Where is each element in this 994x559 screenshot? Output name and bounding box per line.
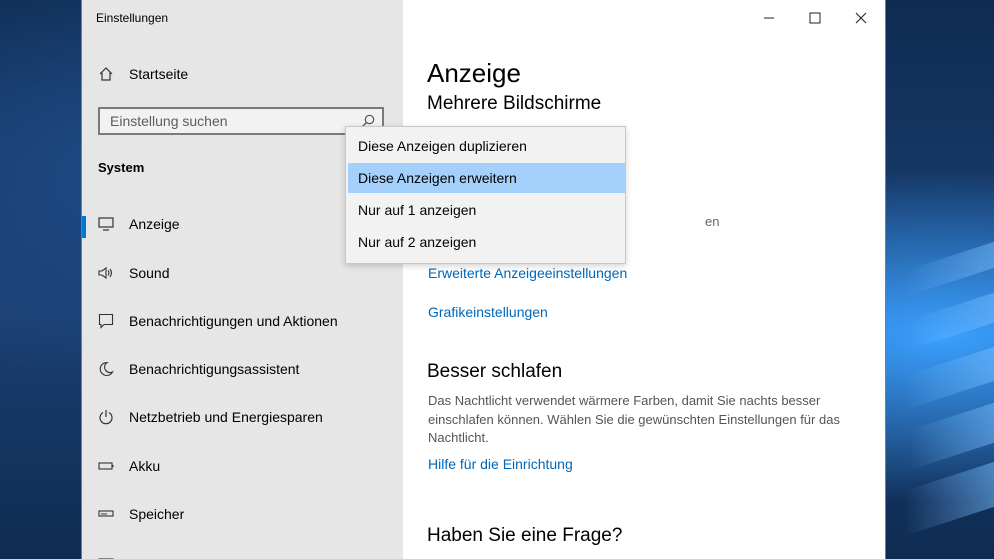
sidebar-item-home[interactable]: Startseite [82,54,403,94]
section-label: System [98,160,145,175]
graphics-settings-link[interactable]: Grafikeinstellungen [428,304,548,320]
dropdown-option-duplicate[interactable]: Diese Anzeigen duplizieren [348,131,625,161]
speaker-icon [97,264,115,282]
home-icon [97,65,115,83]
sidebar-item-notifications[interactable]: Benachrichtigungen und Aktionen [82,301,403,341]
sidebar-item-label: Startseite [129,66,189,82]
sidebar-item-label: Anzeige [129,216,180,232]
tablet-icon [97,551,115,559]
sidebar-item-label: Benachrichtigungsassistent [129,361,300,377]
night-light-description: Das Nachtlicht verwendet wärmere Farben,… [428,393,840,445]
search-box [98,107,384,135]
dropdown-option-extend[interactable]: Diese Anzeigen erweitern [348,163,625,193]
sidebar-item-label: Akku [129,458,161,474]
content-pane: Anzeige Mehrere Bildschirme en Erweitert… [403,0,885,559]
close-button[interactable] [838,4,884,32]
dropdown-option-only-2[interactable]: Nur auf 2 anzeigen [348,227,625,257]
setup-help-link[interactable]: Hilfe für die Einrichtung [428,456,573,472]
sidebar: Einstellungen Startseite System Anzeige [82,0,403,559]
multi-display-heading: Mehrere Bildschirme [427,93,602,114]
sidebar-item-label: Sound [129,265,170,281]
sidebar-item-partial[interactable] [82,540,403,559]
page-title: Anzeige [427,58,521,88]
sidebar-item-label: Benachrichtigungen und Aktionen [129,313,338,329]
sidebar-item-power[interactable]: Netzbetrieb und Energiesparen [82,397,403,437]
minimize-icon [763,12,775,24]
question-heading: Haben Sie eine Frage? [427,525,623,546]
sidebar-item-focus-assist[interactable]: Benachrichtigungsassistent [82,349,403,389]
battery-icon [97,457,115,475]
wallpaper-light-beam [904,228,994,298]
settings-window: Einstellungen Startseite System Anzeige [81,0,886,559]
sidebar-item-label: Netzbetrieb und Energiesparen [129,409,323,425]
window-title: Einstellungen [96,11,169,25]
close-icon [855,12,867,24]
dropdown-option-only-1[interactable]: Nur auf 1 anzeigen [348,195,625,225]
obscured-text-fragment: en [705,214,720,229]
search-input[interactable] [100,109,370,133]
sidebar-item-label: Speicher [129,506,185,522]
maximize-button[interactable] [792,4,838,32]
notification-icon [97,312,115,330]
minimize-button[interactable] [746,4,792,32]
storage-icon [97,505,115,523]
maximize-icon [809,12,821,24]
multi-display-dropdown-list: Diese Anzeigen duplizieren Diese Anzeige… [345,126,626,264]
sleep-heading: Besser schlafen [427,361,563,382]
advanced-display-settings-link[interactable]: Erweiterte Anzeigeeinstellungen [428,265,627,281]
monitor-icon [97,215,115,233]
sidebar-item-battery[interactable]: Akku [82,446,403,486]
sidebar-item-storage[interactable]: Speicher [82,494,403,534]
moon-icon [97,360,115,378]
power-icon [97,408,115,426]
